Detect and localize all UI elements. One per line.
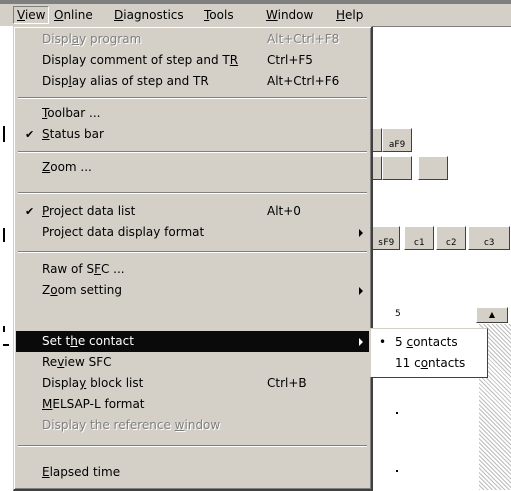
menu-separator — [18, 151, 367, 153]
menu-online[interactable]: Online — [54, 7, 93, 23]
checkmark-icon: ✔ — [25, 128, 35, 141]
menu-item-elapsed-time[interactable]: Elapsed time — [16, 462, 369, 483]
menu-item-review-sfc[interactable]: Review SFC — [16, 352, 369, 373]
menu-item-project-data-list[interactable]: ✔ Project data list Alt+0 — [16, 201, 369, 222]
menu-window[interactable]: Window — [266, 7, 313, 23]
menu-diagnostics[interactable]: Diagnostics — [114, 7, 184, 23]
submenu-arrow-icon — [359, 287, 363, 295]
menu-item-zoom-setting[interactable]: Zoom setting — [16, 280, 369, 301]
menu-item-status-bar[interactable]: ✔ Status bar — [16, 124, 369, 145]
menu-item-display-comment[interactable]: Display comment of step and TR Ctrl+F5 — [16, 50, 369, 71]
menu-view[interactable]: View — [13, 6, 50, 24]
toolbar-button-af9[interactable]: aF9 — [382, 128, 412, 152]
contact-submenu: • 5 contacts 11 contacts — [370, 328, 488, 378]
menu-item-display-block-list[interactable]: Display block list Ctrl+B — [16, 373, 369, 394]
menu-separator — [18, 192, 367, 194]
menu-item-toolbar[interactable]: Toolbar ... — [16, 103, 369, 124]
menu-item-project-data-display-format[interactable]: Project data display format — [16, 222, 369, 243]
toolbar-button-partial[interactable] — [372, 156, 382, 180]
toolbar-button-transition[interactable] — [382, 156, 412, 180]
menu-tools[interactable]: Tools — [204, 7, 234, 23]
toolbar-button-monitor[interactable] — [418, 156, 448, 180]
menu-separator — [18, 97, 367, 99]
toolbar-edge-mark — [3, 326, 5, 332]
toolbar-button-c3[interactable]: c3 — [468, 226, 510, 250]
scroll-up-button[interactable]: ▲ — [476, 307, 508, 323]
title-bar-edge — [0, 0, 511, 4]
grid-dot — [396, 412, 398, 414]
menu-item-display-program[interactable]: Display program Alt+Ctrl+F8 — [16, 29, 369, 50]
left-toolbar-edge — [0, 26, 13, 490]
toolbar-button-partial[interactable] — [372, 128, 382, 152]
submenu-arrow-icon — [359, 229, 363, 237]
menu-separator — [18, 445, 367, 447]
toolbar-edge-mark — [3, 126, 5, 142]
menu-item-zoom[interactable]: Zoom ... — [16, 157, 369, 178]
toolbar-button-sf9[interactable]: sF9 — [372, 226, 400, 250]
menu-item-melsap-l-format[interactable]: MELSAP-L format — [16, 394, 369, 415]
menu-item-set-the-contact[interactable]: Set the contact — [16, 331, 369, 352]
toolbar-edge-mark — [3, 344, 9, 346]
checkmark-icon: ✔ — [25, 205, 35, 218]
menu-item-display-reference-window[interactable]: Display the reference window — [16, 415, 369, 436]
menu-item-raw-of-sfc[interactable]: Raw of SFC ... — [16, 259, 369, 280]
toolbar-button-c2[interactable]: c2 — [436, 226, 466, 250]
menu-help[interactable]: Help — [336, 7, 363, 23]
menu-separator — [18, 251, 367, 253]
view-menu-dropdown: Display program Alt+Ctrl+F8 Display comm… — [13, 26, 373, 491]
toolbar-edge-mark — [3, 228, 5, 242]
submenu-arrow-icon — [359, 338, 363, 346]
menu-bar: View Online Diagnostics Tools Window Hel… — [0, 0, 511, 27]
radio-bullet-icon: • — [379, 335, 387, 349]
menu-item-display-alias[interactable]: Display alias of step and TR Alt+Ctrl+F6 — [16, 71, 369, 92]
column-number: 5 — [395, 309, 401, 319]
submenu-item-11-contacts[interactable]: 11 contacts — [371, 353, 487, 373]
toolbar-button-c1[interactable]: c1 — [404, 226, 434, 250]
grid-dot — [396, 470, 398, 472]
submenu-item-5-contacts[interactable]: • 5 contacts — [371, 332, 487, 352]
